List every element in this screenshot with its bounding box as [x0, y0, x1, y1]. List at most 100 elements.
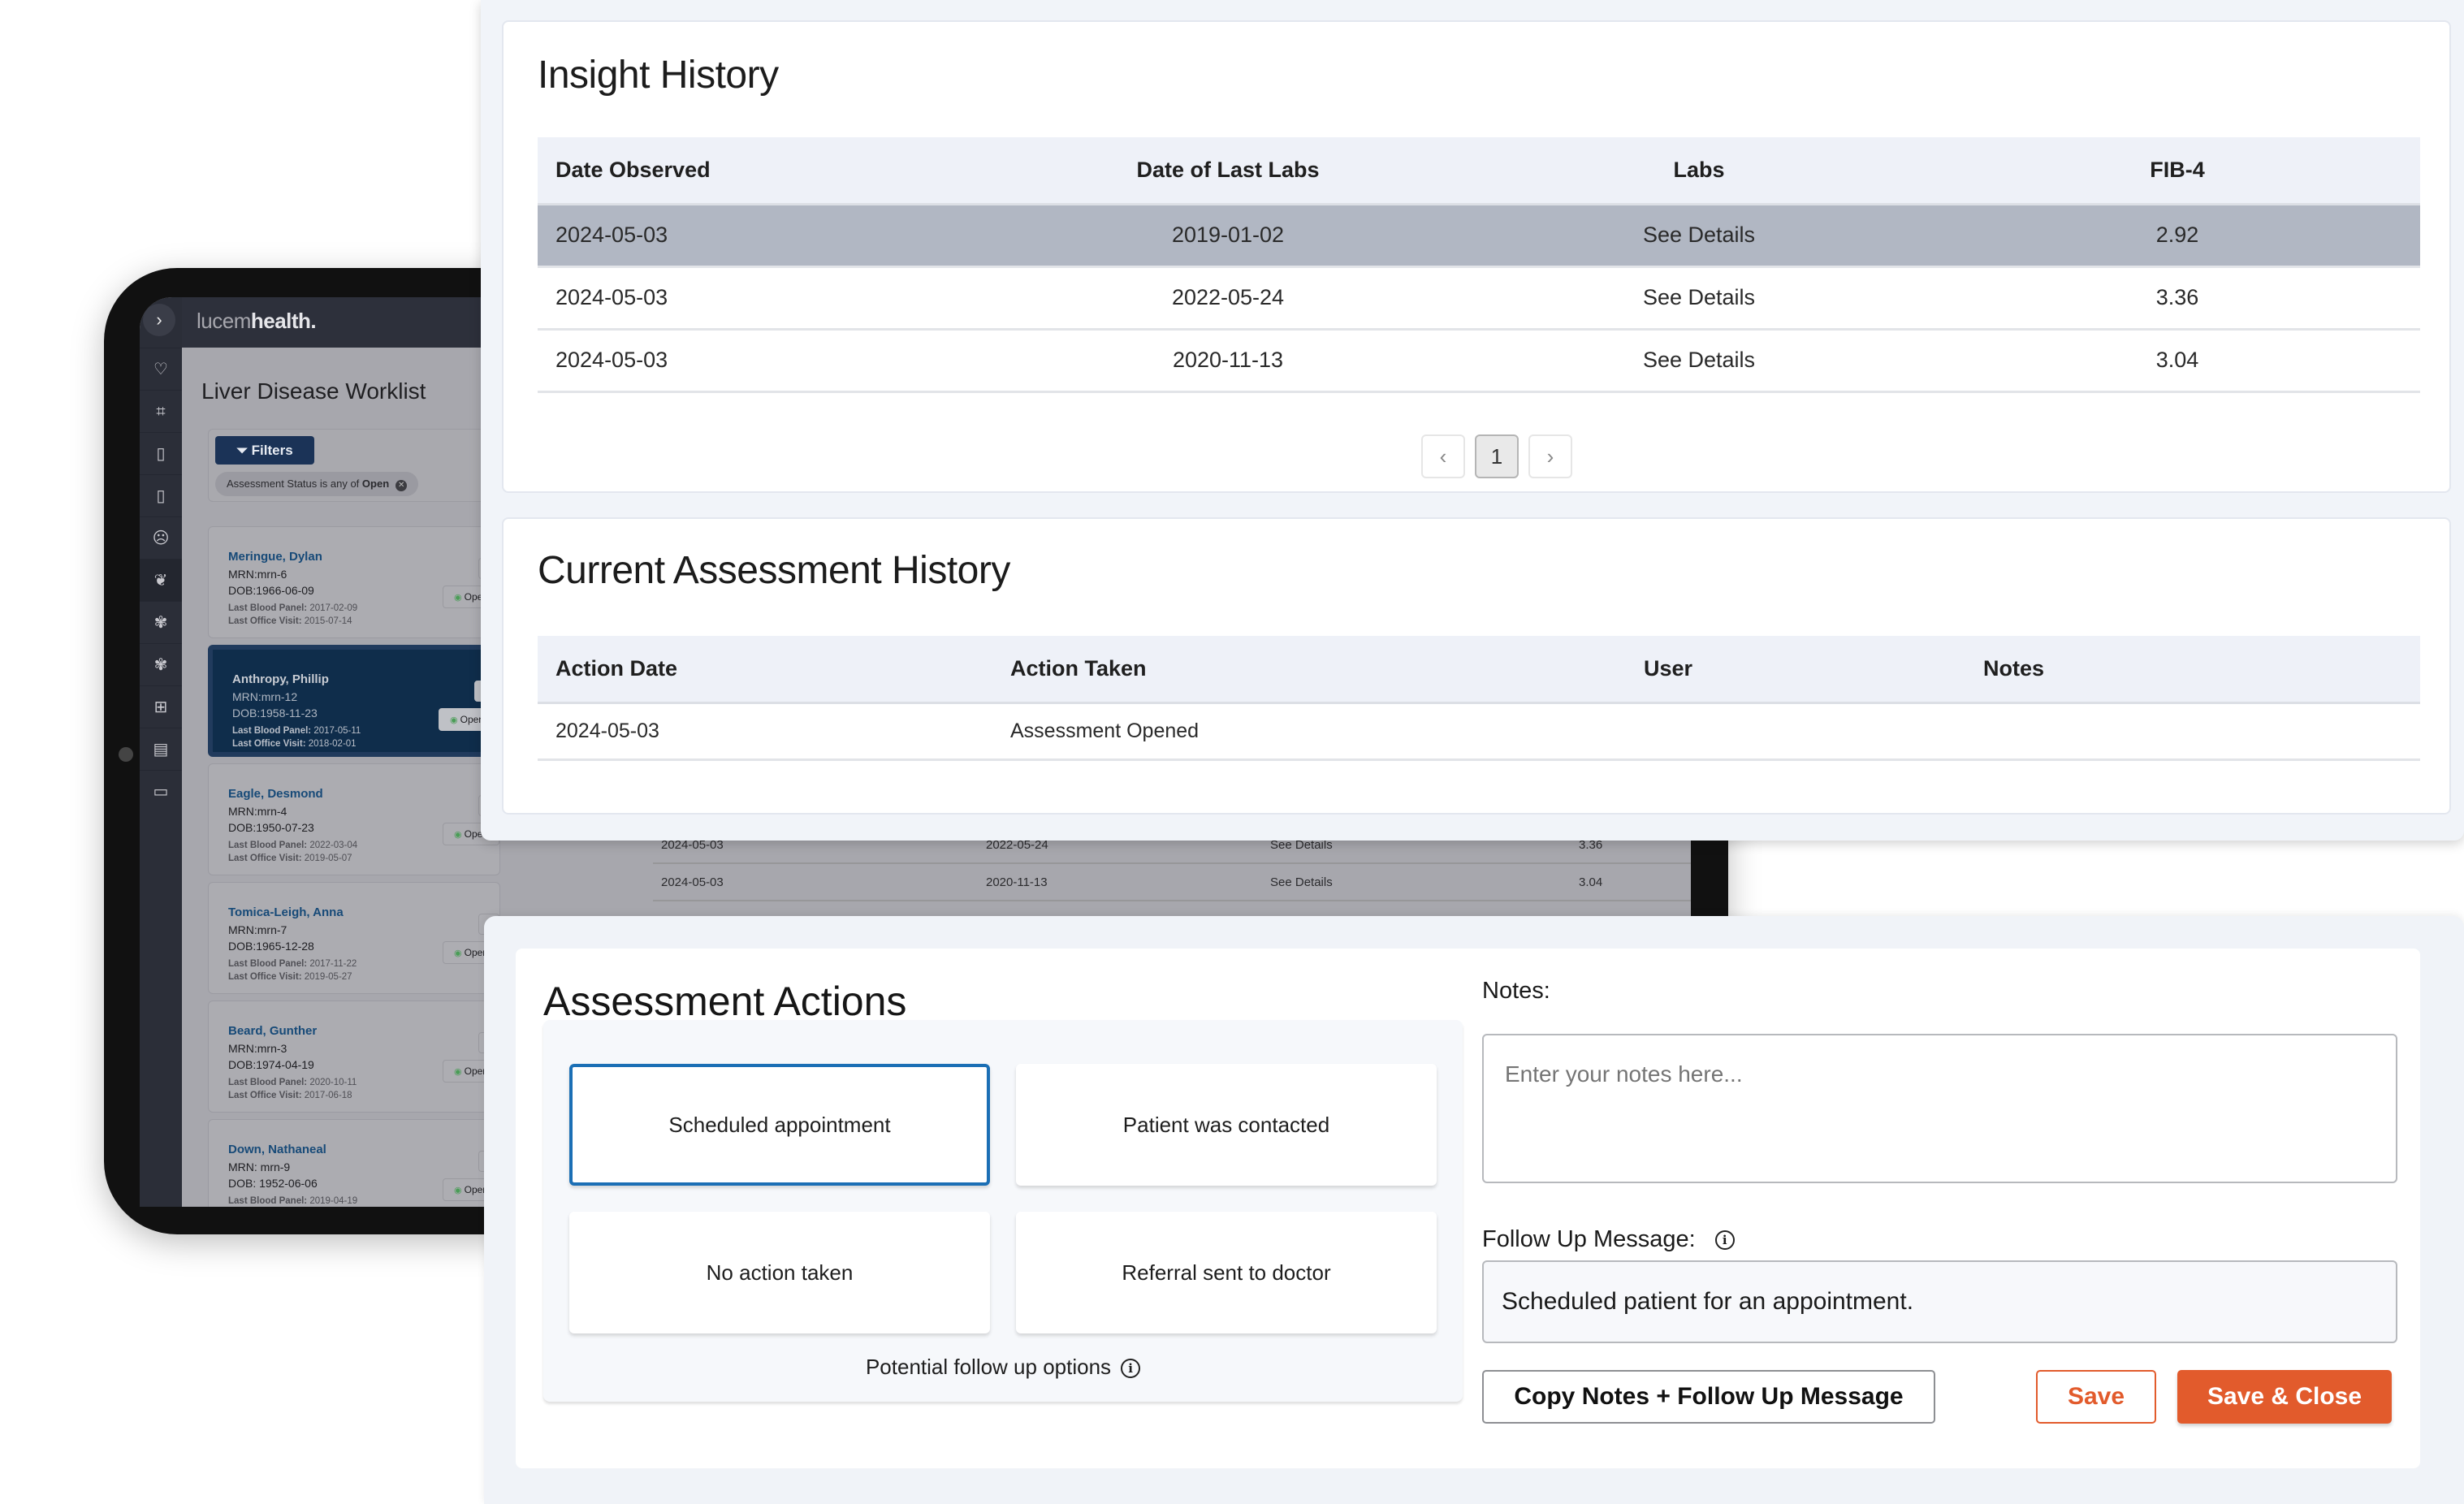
patient-mrn: MRN:mrn-3 — [228, 1042, 287, 1055]
patient-mrn: MRN:mrn-4 — [228, 805, 287, 818]
assessment-actions-card: Assessment Actions Scheduled appointment… — [516, 949, 2420, 1468]
table-row: 2024-05-03 Assessment Opened — [538, 702, 2420, 761]
assessment-actions-title: Assessment Actions — [543, 979, 907, 1024]
sick-face-icon: ☹ — [152, 529, 170, 547]
status-dot-icon: ◉ — [454, 1186, 462, 1195]
current-assessment-history-table: Action Date Action Taken User Notes 2024… — [538, 636, 2420, 761]
filter-icon: ⏷ — [236, 443, 252, 458]
glucose-meter-icon: ▯ — [156, 487, 166, 505]
patient-card[interactable]: Down, Nathaneal MRN: mrn-9 DOB: 1952-06-06… — [208, 1119, 500, 1207]
sidebar-item[interactable]: ▤ — [140, 728, 182, 770]
column-header: Labs — [1463, 137, 1934, 205]
table-row[interactable]: 2024-05-03 2022-05-24 See Details 3.36 — [538, 266, 2420, 331]
last-office-visit: Last Office Visit: 2018-02-01 — [232, 739, 357, 749]
patient-mrn: MRN:mrn-12 — [232, 690, 298, 703]
user-cell — [1626, 702, 1965, 761]
insight-history-title: Insight History — [538, 54, 779, 97]
liver-icon: ❦ — [153, 572, 168, 590]
date-observed-cell: 2024-05-03 — [538, 266, 992, 331]
patient-name[interactable]: Down, Nathaneal — [228, 1143, 326, 1156]
history-panel: Insight History Date Observed Date of La… — [481, 0, 2464, 841]
patient-dob: DOB:1958-11-23 — [232, 707, 318, 720]
column-header: FIB-4 — [1934, 137, 2420, 205]
sidebar: › ♡ ⌗ ▯ ▯ ☹ ❦ ✾ ✾ ⊞ ▤ ▭ — [140, 297, 182, 1207]
filter-chip[interactable]: Assessment Status is any of Open ✕ — [215, 472, 419, 496]
sidebar-toggle-button[interactable]: › — [143, 304, 175, 336]
notes-label: Notes: — [1482, 978, 1550, 1004]
sidebar-item[interactable]: ▯ — [140, 432, 182, 474]
date-last-labs-cell: 2019-01-02 — [992, 204, 1463, 268]
sidebar-item[interactable]: ▯ — [140, 474, 182, 516]
patient-card[interactable]: Beard, Gunther MRN:mrn-3 DOB:1974-04-19 Las… — [208, 1001, 500, 1113]
patient-dob: DOB:1950-07-23 — [228, 821, 314, 834]
patient-name[interactable]: Eagle, Desmond — [228, 787, 323, 801]
patient-dob: DOB: 1952-06-06 — [228, 1177, 318, 1190]
info-icon[interactable]: i — [1121, 1359, 1141, 1379]
tablet-camera — [119, 747, 133, 762]
last-office-visit: Last Office Visit: 2019-05-07 — [228, 854, 352, 863]
status-dot-icon: ◉ — [454, 1067, 462, 1077]
action-option-referral-sent-to-doctor[interactable]: Referral sent to doctor — [1016, 1212, 1437, 1333]
patient-name[interactable]: Beard, Gunther — [228, 1024, 317, 1038]
action-taken-cell: Assessment Opened — [992, 702, 1626, 761]
lungs-icon: ✾ — [153, 656, 168, 674]
patient-card[interactable]: Tomica-Leigh, Anna MRN:mrn-7 DOB:1965-12-2… — [208, 882, 500, 994]
see-details-link[interactable]: See Details — [1463, 266, 1934, 331]
status-dot-icon: ◉ — [454, 593, 462, 603]
patient-mrn: MRN:mrn-7 — [228, 923, 287, 936]
next-page-button[interactable]: › — [1528, 434, 1572, 478]
table-row[interactable]: 2024-05-03 2019-01-02 See Details 2.92 — [538, 204, 2420, 268]
save-button[interactable]: Save — [2036, 1370, 2156, 1424]
heart-pulse-icon: ♡ — [153, 361, 168, 378]
archive-box-icon: ▤ — [153, 741, 169, 758]
status-dot-icon: ◉ — [454, 949, 462, 958]
patient-card[interactable]: Eagle, Desmond MRN:mrn-4 DOB:1950-07-23 Las… — [208, 763, 500, 875]
follow-up-message-field[interactable]: Scheduled patient for an appointment. — [1482, 1260, 2397, 1343]
patient-card[interactable]: Meringue, Dylan MRN:mrn-6 DOB:1966-06-09 La… — [208, 526, 500, 638]
patient-dob: DOB:1965-12-28 — [228, 940, 314, 953]
pagination: ‹ 1 › — [1421, 434, 1572, 478]
patient-name[interactable]: Meringue, Dylan — [228, 550, 322, 564]
see-details-link[interactable]: See Details — [1463, 329, 1934, 393]
follow-up-message-label: Follow Up Message: i — [1482, 1226, 1735, 1253]
info-icon[interactable]: i — [1714, 1230, 1735, 1251]
follow-up-options-hint: Potential follow up options i — [543, 1355, 1463, 1380]
sidebar-item[interactable]: ✾ — [140, 601, 182, 643]
save-and-close-button[interactable]: Save & Close — [2177, 1370, 2392, 1424]
page-1-button[interactable]: 1 — [1475, 434, 1519, 478]
sidebar-item[interactable]: ▭ — [140, 770, 182, 812]
table-header-row: Action Date Action Taken User Notes — [538, 636, 2420, 704]
lucem-health-logo: lucemhealth. — [197, 309, 317, 333]
sidebar-item[interactable]: ♡ — [140, 348, 182, 390]
background-table-row: 2024-05-03 2020-11-13 See Details 3.04 — [653, 864, 1691, 901]
action-option-no-action-taken[interactable]: No action taken — [569, 1212, 990, 1333]
insight-history-table: Date Observed Date of Last Labs Labs FIB… — [538, 137, 2420, 393]
notes-input[interactable] — [1482, 1034, 2397, 1183]
sidebar-item[interactable]: ⊞ — [140, 685, 182, 728]
sidebar-item[interactable]: ☹ — [140, 516, 182, 559]
action-option-patient-was-contacted[interactable]: Patient was contacted — [1016, 1064, 1437, 1186]
last-blood-panel: Last Blood Panel: 2019-04-19 — [228, 1196, 358, 1206]
patient-name[interactable]: Tomica-Leigh, Anna — [228, 905, 344, 919]
last-office-visit: Last Office Visit: 2019-05-27 — [228, 972, 352, 982]
page: › ♡ ⌗ ▯ ▯ ☹ ❦ ✾ ✾ ⊞ ▤ ▭ lucemhealth. Liver Disease… — [0, 0, 2464, 1504]
patient-name[interactable]: Anthropy, Phillip — [232, 672, 329, 686]
filters-button[interactable]: ⏷ Filters — [215, 436, 314, 465]
table-row[interactable]: 2024-05-03 2020-11-13 See Details 3.04 — [538, 329, 2420, 393]
sidebar-item[interactable]: ✾ — [140, 643, 182, 685]
sidebar-item[interactable]: ❦ — [140, 559, 182, 601]
patient-mrn: MRN: mrn-9 — [228, 1160, 291, 1173]
see-details-link[interactable]: See Details — [1463, 204, 1934, 268]
prev-page-button[interactable]: ‹ — [1421, 434, 1465, 478]
copy-notes-button[interactable]: Copy Notes + Follow Up Message — [1482, 1370, 1935, 1424]
date-observed-cell: 2024-05-03 — [538, 204, 992, 268]
sidebar-item[interactable]: ⌗ — [140, 390, 182, 432]
chevron-left-icon: ‹ — [1439, 444, 1447, 469]
last-office-visit: Last Office Visit: 2017-06-18 — [228, 1091, 352, 1100]
remove-filter-icon[interactable]: ✕ — [396, 480, 408, 491]
patient-card[interactable]: Anthropy, Phillip MRN:mrn-12 DOB:1958-11-2… — [208, 645, 500, 757]
column-header: Action Date — [538, 636, 992, 704]
action-option-scheduled-appointment[interactable]: Scheduled appointment — [569, 1064, 990, 1186]
column-header: Date of Last Labs — [992, 137, 1463, 205]
current-assessment-history-card: Current Assessment History Action Date A… — [502, 517, 2451, 815]
